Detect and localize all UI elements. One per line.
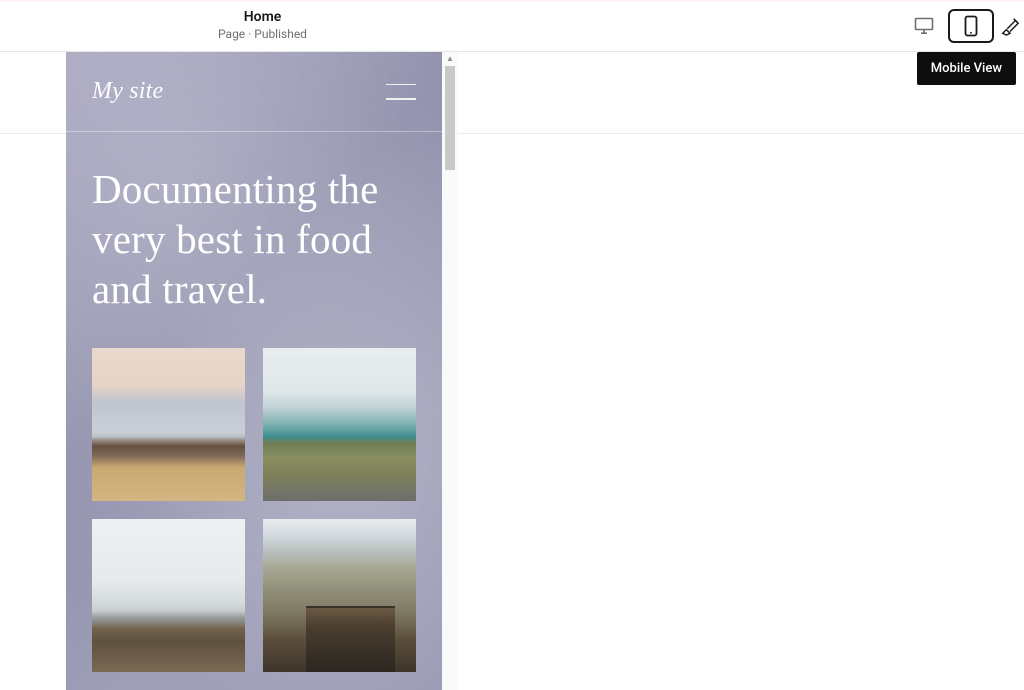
page-subtitle: Page · Published — [180, 27, 345, 42]
page-title-block[interactable]: Home Page · Published — [180, 9, 345, 43]
page-title: Home — [180, 9, 345, 27]
site-styles-button[interactable] — [1000, 10, 1020, 42]
mobile-icon — [964, 15, 978, 37]
mobile-view-tooltip: Mobile View — [917, 52, 1016, 85]
site-header: My site — [66, 52, 442, 132]
image-gallery — [92, 348, 416, 672]
gallery-image[interactable] — [92, 519, 245, 672]
hamburger-icon — [386, 84, 416, 86]
mobile-preview-viewport[interactable]: My site Documenting the very best in foo… — [66, 52, 442, 690]
view-mode-controls — [906, 0, 1024, 52]
scrollbar-thumb[interactable] — [445, 66, 455, 170]
mobile-view-button[interactable] — [948, 9, 994, 43]
hamburger-menu-button[interactable] — [386, 84, 416, 100]
preview-scrollbar[interactable]: ▲ — [442, 52, 458, 690]
hamburger-icon — [386, 98, 416, 100]
scrollbar-up-arrow-icon[interactable]: ▲ — [442, 54, 458, 64]
desktop-view-button[interactable] — [906, 10, 942, 42]
gallery-image[interactable] — [92, 348, 245, 501]
hero-heading[interactable]: Documenting the very best in food and tr… — [92, 164, 416, 314]
site-title[interactable]: My site — [92, 78, 163, 105]
mobile-preview-frame: My site Documenting the very best in foo… — [66, 52, 458, 690]
gallery-image[interactable] — [263, 519, 416, 672]
gallery-image[interactable] — [263, 348, 416, 501]
editor-toolbar: Home Page · Published Mobile View — [0, 0, 1024, 52]
desktop-icon — [914, 17, 934, 35]
paintbrush-icon — [1000, 16, 1020, 36]
